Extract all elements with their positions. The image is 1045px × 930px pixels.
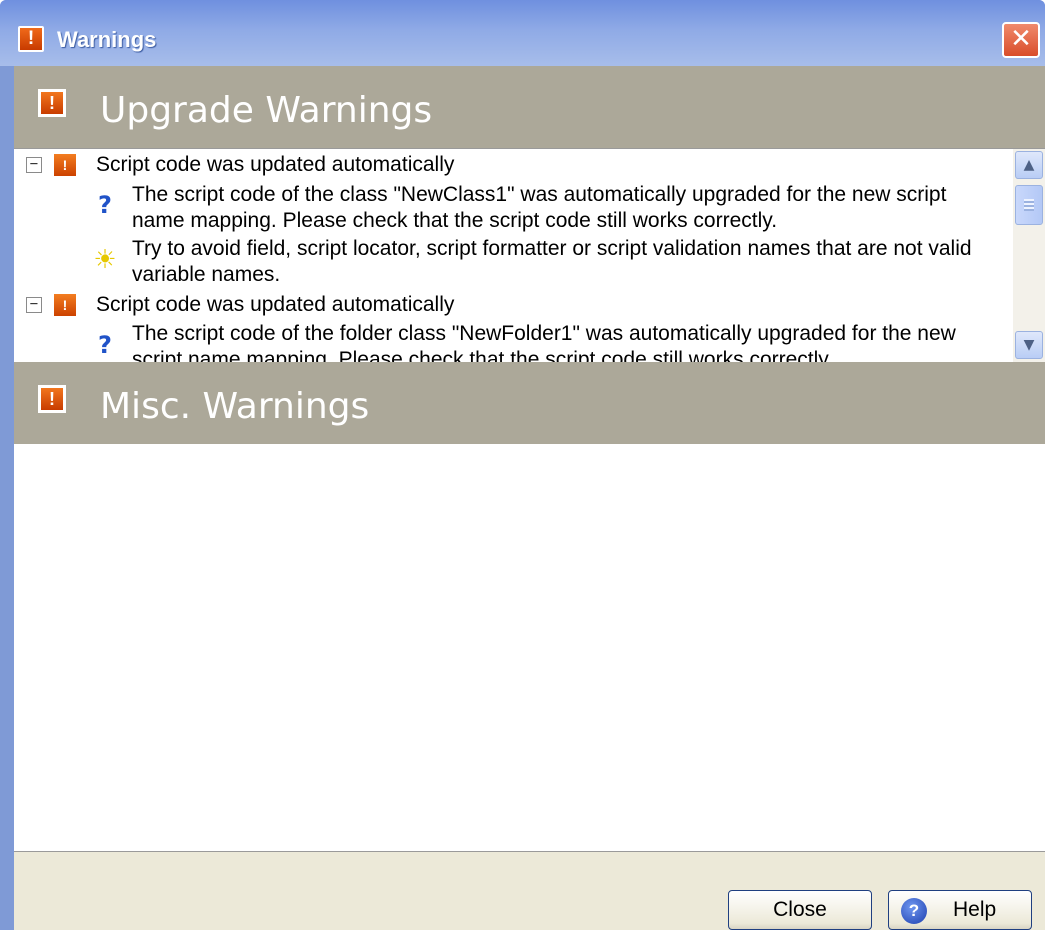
close-window-button[interactable]: ✕ <box>1002 22 1040 58</box>
button-bar: Close ? Help <box>14 852 1045 930</box>
collapse-icon[interactable]: − <box>26 297 42 313</box>
upgrade-warnings-title: Upgrade Warnings <box>100 90 433 131</box>
detail-text: Try to avoid field, script locator, scri… <box>132 237 972 286</box>
warning-icon: ! <box>54 294 76 316</box>
misc-warnings-list[interactable] <box>14 444 1045 852</box>
misc-warnings-header: ! Misc. Warnings <box>14 362 1045 444</box>
upgrade-warnings-header: ! Upgrade Warnings <box>14 66 1045 148</box>
detail-text: The script code of the folder class "New… <box>132 322 956 362</box>
dialog-body: ! Upgrade Warnings − ! Script code was u… <box>14 66 1045 930</box>
title-bar[interactable]: ! Warnings ✕ <box>0 0 1045 66</box>
upgrade-warnings-list[interactable]: − ! Script code was updated automaticall… <box>14 148 1045 362</box>
misc-warnings-title: Misc. Warnings <box>100 386 370 427</box>
warning-icon: ! <box>54 154 76 176</box>
scroll-up-button[interactable]: ▲ <box>1015 151 1043 179</box>
warnings-dialog: ! Warnings ✕ ! Upgrade Warnings − ! Scri… <box>0 0 1045 930</box>
help-icon: ? <box>901 898 927 924</box>
vertical-scrollbar[interactable]: ▲ ▼ <box>1013 149 1045 362</box>
question-icon: ? <box>98 331 112 359</box>
question-icon: ? <box>98 191 112 219</box>
help-button-label: Help <box>953 898 997 921</box>
close-button[interactable]: Close <box>728 890 872 930</box>
window-title: Warnings <box>57 27 157 52</box>
detail-text: The script code of the class "NewClass1"… <box>132 183 947 232</box>
scroll-thumb[interactable] <box>1015 185 1043 225</box>
lightbulb-icon: ☀ <box>93 245 117 275</box>
warning-icon: ! <box>18 26 44 52</box>
warning-icon: ! <box>38 89 66 117</box>
collapse-icon[interactable]: − <box>26 157 42 173</box>
tree-item-label: Script code was updated automatically <box>96 293 455 316</box>
scroll-down-button[interactable]: ▼ <box>1015 331 1043 359</box>
warning-icon: ! <box>38 385 66 413</box>
tree-item[interactable]: − ! Script code was updated automaticall… <box>14 151 1009 181</box>
tree-item-label: Script code was updated automatically <box>96 153 455 176</box>
tree-item[interactable]: − ! Script code was updated automaticall… <box>14 291 1009 321</box>
help-button[interactable]: ? Help <box>888 890 1032 930</box>
